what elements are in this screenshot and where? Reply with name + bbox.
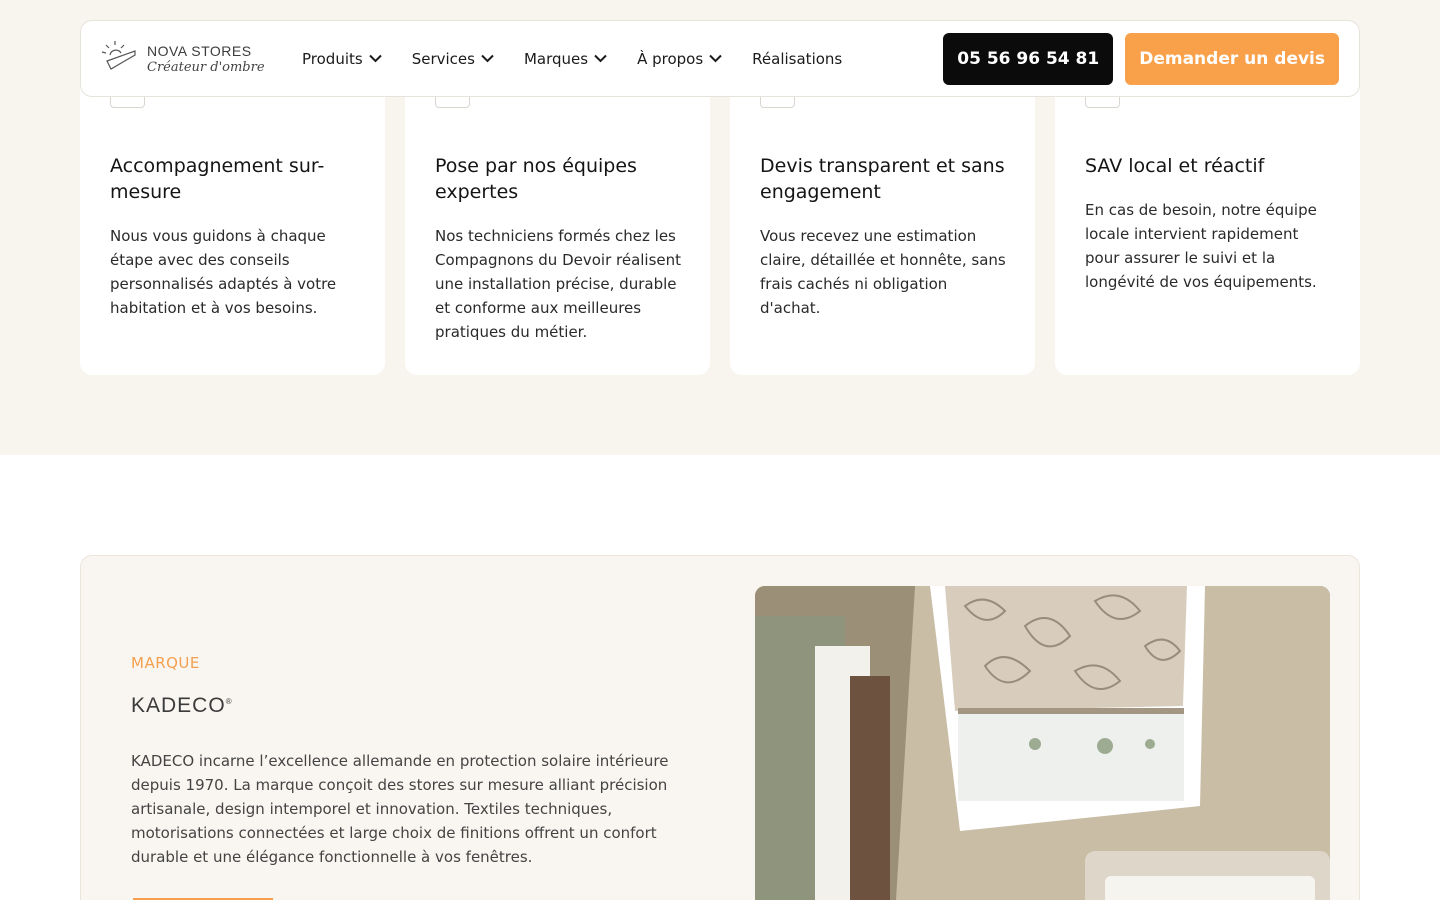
sun-logo-icon <box>101 40 136 70</box>
chevron-down-icon <box>368 54 382 63</box>
chevron-down-icon <box>594 54 607 63</box>
nav-item-services[interactable]: Services <box>412 50 494 68</box>
feature-title: Pose par nos équipes expertes <box>435 155 637 203</box>
kadeco-logo-text: KADECO <box>131 694 226 717</box>
chevron-down-icon <box>481 54 494 63</box>
registered-mark: ® <box>225 697 233 706</box>
nav-item-produits[interactable]: Produits <box>302 50 382 68</box>
request-quote-button[interactable]: Demander un devis <box>1125 32 1339 85</box>
logo-name: NOVA STORES <box>147 42 252 59</box>
phone-button[interactable]: 05 56 96 54 81 <box>943 32 1114 85</box>
nav-item-label: Réalisations <box>752 49 843 68</box>
feature-title: Accompagnement sur-mesure <box>110 155 325 203</box>
roller-blind-illustration <box>755 586 1330 900</box>
features-list: Accompagnement sur-mesure Nous vous guid… <box>80 60 1360 375</box>
feature-text: Vous recevez une estimation claire, déta… <box>760 227 1006 317</box>
feature-title: SAV local et réactif <box>1085 155 1265 177</box>
feature-card: SAV local et réactif En cas de besoin, n… <box>1055 60 1360 375</box>
feature-text: En cas de besoin, notre équipe locale in… <box>1085 201 1317 291</box>
nav-item-marques[interactable]: Marques <box>524 50 607 68</box>
feature-text: Nous vous guidons à chaque étape avec de… <box>110 227 337 317</box>
nav-item-label: À propos <box>637 49 704 68</box>
brand-section: MARQUE KADECO® KADECO incarne l’excellen… <box>80 555 1360 900</box>
main-nav: Produits Services Marques À propos Réali… <box>302 50 842 68</box>
chevron-down-icon <box>709 54 722 63</box>
feature-title: Devis transparent et sans engagement <box>760 155 1005 203</box>
feature-text: Nos techniciens formés chez les Compagno… <box>435 227 682 341</box>
feature-card: Accompagnement sur-mesure Nous vous guid… <box>80 60 385 375</box>
site-header: NOVA STORES Créateur d'ombre Produits Se… <box>80 20 1360 97</box>
nav-item-a-propos[interactable]: À propos <box>637 50 722 68</box>
product-photo <box>755 586 1330 900</box>
brand-logo[interactable]: NOVA STORES Créateur d'ombre <box>101 39 281 79</box>
brand-eyebrow: MARQUE <box>131 654 200 672</box>
brand-description: KADECO incarne l’excellence allemande en… <box>131 752 669 866</box>
nav-item-realisations[interactable]: Réalisations <box>752 50 842 68</box>
kadeco-logo: KADECO® <box>131 694 233 718</box>
logo-tagline: Créateur d'ombre <box>147 59 265 75</box>
feature-card: Devis transparent et sans engagement Vou… <box>730 60 1035 375</box>
nav-item-label: Marques <box>523 49 589 68</box>
feature-card: Pose par nos équipes expertes Nos techni… <box>405 60 710 375</box>
nav-item-label: Produits <box>302 49 363 68</box>
nav-item-label: Services <box>411 49 475 68</box>
